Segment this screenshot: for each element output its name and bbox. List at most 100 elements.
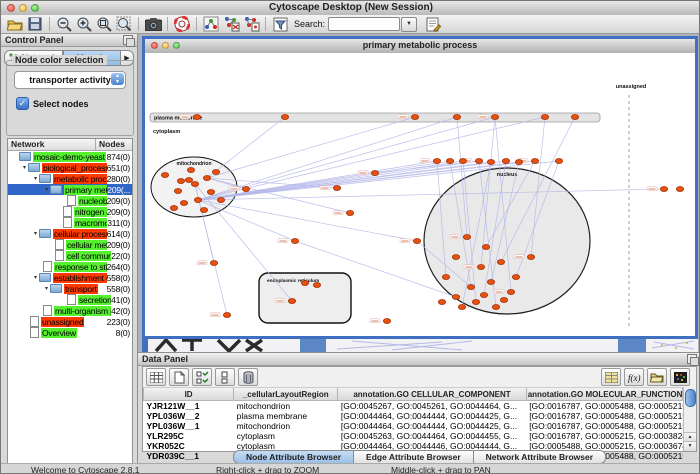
save-icon[interactable] (25, 16, 45, 33)
graph-node[interactable] (301, 281, 308, 286)
new-attribute-icon[interactable] (169, 368, 189, 386)
table-row[interactable]: YPL036W__1mitochondrion[GO:0044464, GO:0… (144, 421, 683, 431)
zoom-out-icon[interactable] (54, 16, 74, 33)
import-attributes-icon[interactable] (647, 368, 667, 386)
expand-arrow-icon[interactable]: ▾ (43, 285, 50, 292)
float-data-panel-icon[interactable] (687, 354, 697, 364)
graph-node[interactable] (442, 275, 449, 280)
tree-item[interactable]: ▾primary metabo209(... (8, 184, 132, 195)
expand-arrow-icon[interactable]: ▾ (32, 175, 39, 182)
tree-item[interactable]: secretion41(0) (8, 294, 132, 305)
graph-node[interactable] (180, 201, 187, 206)
edit-network-add-icon[interactable] (221, 16, 241, 33)
tab-node-attribute-browser[interactable]: Node Attribute Browser (233, 450, 354, 464)
network-canvas[interactable]: plasma membranecytoplasmnucleusmitochond… (145, 53, 695, 336)
table-column-header[interactable]: ID (144, 388, 234, 401)
graph-node[interactable] (281, 115, 288, 120)
graph-node[interactable] (492, 305, 499, 310)
graph-node[interactable] (512, 275, 519, 280)
graph-node[interactable] (527, 255, 534, 260)
graph-node[interactable] (482, 245, 489, 250)
tree-col-nodes[interactable]: Nodes (96, 139, 125, 150)
graph-node[interactable] (185, 178, 192, 183)
graph-node[interactable] (472, 300, 479, 305)
zoom-selected-icon[interactable] (114, 16, 134, 33)
zoom-fit-icon[interactable] (94, 16, 114, 33)
graph-node[interactable] (502, 159, 509, 164)
table-column-header[interactable]: _cellularLayoutRegion (234, 388, 338, 401)
graph-node[interactable] (191, 182, 198, 187)
tree-item[interactable]: cell communicat22(0) (8, 250, 132, 261)
graph-node[interactable] (515, 160, 522, 165)
graph-node[interactable] (210, 261, 217, 266)
graph-node[interactable] (660, 187, 667, 192)
graph-node[interactable] (453, 115, 460, 120)
graph-node[interactable] (217, 198, 224, 203)
graph-node[interactable] (411, 115, 418, 120)
graph-node[interactable] (187, 168, 194, 173)
graph-node[interactable] (291, 239, 298, 244)
graph-node[interactable] (467, 285, 474, 290)
annotation-icon[interactable] (423, 16, 443, 33)
tree-item[interactable]: response to stimulu264(0) (8, 261, 132, 272)
graph-node[interactable] (193, 115, 200, 120)
graph-node[interactable] (203, 176, 210, 181)
graph-node[interactable] (531, 159, 538, 164)
tab-edge-attribute-browser[interactable]: Edge Attribute Browser (354, 450, 474, 464)
tree-item[interactable]: unassigned223(0) (8, 316, 132, 327)
table-row[interactable]: YPL036W__2plasma membrane[GO:0044464, GO… (144, 411, 683, 421)
tree-item[interactable]: Overview8(0) (8, 327, 132, 338)
graph-node[interactable] (676, 187, 683, 192)
tree-item[interactable]: mosaic-demo-yeast874(0) (8, 151, 132, 162)
attribute-matrix-icon[interactable] (601, 368, 621, 386)
snapshot-icon[interactable] (143, 16, 163, 33)
graph-node[interactable] (487, 160, 494, 165)
graph-node[interactable] (174, 189, 181, 194)
tree-col-network[interactable]: Network (8, 139, 96, 150)
network-window-titlebar[interactable]: primary metabolic process (145, 39, 695, 54)
graph-node[interactable] (477, 265, 484, 270)
graph-node[interactable] (346, 211, 353, 216)
graph-node[interactable] (507, 290, 514, 295)
tree-item[interactable]: cellular metabo209(0) (8, 239, 132, 250)
graph-node[interactable] (313, 283, 320, 288)
graph-node[interactable] (288, 299, 295, 304)
graph-node[interactable] (194, 198, 201, 203)
expand-arrow-icon[interactable]: ▾ (43, 186, 50, 193)
graph-node[interactable] (371, 171, 378, 176)
graph-node[interactable] (571, 115, 578, 120)
graph-node[interactable] (446, 159, 453, 164)
graph-node[interactable] (161, 173, 168, 178)
graph-node[interactable] (541, 115, 548, 120)
tree-item[interactable]: ▾cellular process614(0) (8, 228, 132, 239)
nucleus-region[interactable] (424, 168, 590, 314)
function-builder-icon[interactable]: f(x) (624, 368, 644, 386)
network-overview-icon[interactable] (201, 16, 221, 33)
attribute-table-icon[interactable] (146, 368, 166, 386)
graph-node[interactable] (212, 170, 219, 175)
node-color-dropdown[interactable]: transporter activity ▲▼ (14, 71, 126, 89)
table-column-header[interactable]: annotation.GO MOLECULAR_FUNCTION (526, 388, 682, 401)
graph-node[interactable] (413, 239, 420, 244)
plasma-membrane-region[interactable] (150, 113, 600, 122)
tab-network-attribute-browser[interactable]: Network Attribute Browser (474, 450, 606, 464)
expand-arrow-icon[interactable]: ▾ (32, 274, 39, 281)
delete-attribute-icon[interactable] (238, 368, 258, 386)
graph-node[interactable] (497, 260, 504, 265)
tree-item[interactable]: nitrogen compo209(0) (8, 206, 132, 217)
graph-node[interactable] (383, 319, 390, 324)
expand-arrow-icon[interactable]: ▾ (21, 164, 28, 171)
graph-node[interactable] (459, 159, 466, 164)
unselect-attributes-icon[interactable] (215, 368, 235, 386)
graph-node[interactable] (223, 313, 230, 318)
tree-item[interactable]: nucleobase-209(0) (8, 195, 132, 206)
graph-node[interactable] (170, 206, 177, 211)
graph-node[interactable] (458, 305, 465, 310)
select-nodes-checkbox[interactable]: ✓ (16, 97, 29, 110)
graph-node[interactable] (487, 280, 494, 285)
search-input[interactable] (328, 17, 400, 31)
open-icon[interactable] (5, 16, 25, 33)
graph-node[interactable] (491, 115, 498, 120)
network-view-window[interactable]: primary metabolic process plasma membran… (142, 36, 698, 339)
tree-item[interactable]: ▾metabolic process280(0) (8, 173, 132, 184)
